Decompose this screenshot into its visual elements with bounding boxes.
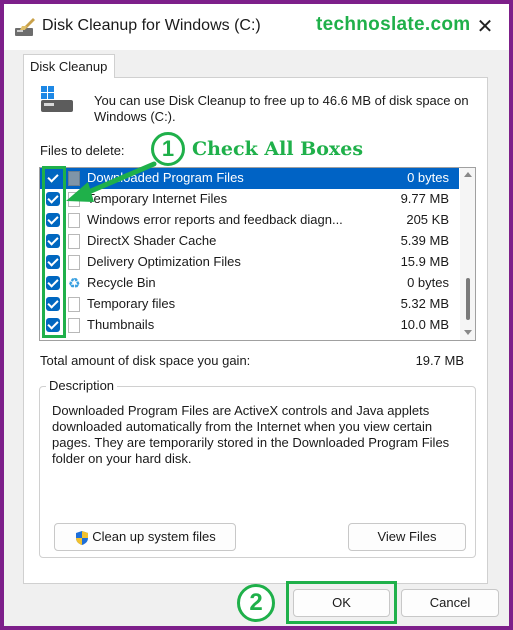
watermark-text: technoslate.com xyxy=(316,14,471,35)
folder-icon xyxy=(68,171,80,186)
file-size: 0 bytes xyxy=(407,170,449,185)
file-icon xyxy=(68,255,80,270)
file-name: Temporary Internet Files xyxy=(87,191,228,206)
close-button[interactable]: ✕ xyxy=(470,12,500,42)
total-space-label: Total amount of disk space you gain: xyxy=(40,353,251,368)
description-title: Description xyxy=(46,378,118,393)
dialog-window: Disk Cleanup for Windows (C:) technoslat… xyxy=(0,0,513,630)
file-icon xyxy=(68,213,80,228)
list-item[interactable]: DirectX Shader Cache 5.39 MB xyxy=(40,231,459,252)
step-2-badge: 2 xyxy=(237,584,275,622)
list-item[interactable]: ♻ Recycle Bin 0 bytes xyxy=(40,273,459,294)
file-size: 5.32 MB xyxy=(400,296,449,311)
file-name: Delivery Optimization Files xyxy=(87,254,241,269)
files-list[interactable]: Downloaded Program Files 0 bytes Tempora… xyxy=(39,167,476,341)
file-icon xyxy=(68,297,80,312)
checkbox-highlight-box xyxy=(42,166,66,338)
clean-up-system-files-button[interactable]: Clean up system files xyxy=(54,523,236,551)
cancel-button[interactable]: Cancel xyxy=(401,589,499,617)
step-1-badge: 1 xyxy=(151,132,185,166)
list-item[interactable]: Windows error reports and feedback diagn… xyxy=(40,210,459,231)
recycle-bin-icon: ♻ xyxy=(68,275,81,291)
file-size: 0 bytes xyxy=(407,275,449,290)
file-name: Recycle Bin xyxy=(87,275,156,290)
intro-text: You can use Disk Cleanup to free up to 4… xyxy=(94,93,469,124)
list-item[interactable]: Temporary Internet Files 9.77 MB xyxy=(40,189,459,210)
file-size: 15.9 MB xyxy=(400,254,449,269)
file-size: 5.39 MB xyxy=(400,233,449,248)
uac-shield-icon xyxy=(76,530,89,545)
file-size: 9.77 MB xyxy=(400,191,449,206)
file-size: 205 KB xyxy=(406,212,449,227)
scrollbar-thumb[interactable] xyxy=(466,278,470,320)
view-files-button[interactable]: View Files xyxy=(348,523,466,551)
annotation-check-all-boxes: Check All Boxes xyxy=(192,138,364,160)
list-item[interactable]: Temporary files 5.32 MB xyxy=(40,294,459,315)
clean-up-label: Clean up system files xyxy=(92,529,216,544)
disk-cleanup-icon xyxy=(15,18,35,36)
title-bar: Disk Cleanup for Windows (C:) technoslat… xyxy=(4,4,509,50)
tab-disk-cleanup[interactable]: Disk Cleanup xyxy=(23,54,115,78)
file-icon xyxy=(68,234,80,249)
description-text: Downloaded Program Files are ActiveX con… xyxy=(52,403,450,466)
file-name: DirectX Shader Cache xyxy=(87,233,217,248)
files-to-delete-label: Files to delete: xyxy=(40,143,125,158)
ok-highlight-box xyxy=(286,581,397,624)
close-icon: ✕ xyxy=(476,16,494,38)
file-name: Temporary files xyxy=(87,296,176,311)
drive-icon xyxy=(41,86,73,112)
list-item[interactable]: Downloaded Program Files 0 bytes xyxy=(40,168,459,189)
file-icon xyxy=(68,318,80,333)
scroll-up-icon[interactable] xyxy=(464,172,472,177)
window-title: Disk Cleanup for Windows (C:) xyxy=(42,17,261,34)
lock-file-icon xyxy=(68,192,80,207)
scroll-down-icon[interactable] xyxy=(464,330,472,335)
list-item[interactable]: Thumbnails 10.0 MB xyxy=(40,315,459,336)
list-item[interactable]: Delivery Optimization Files 15.9 MB xyxy=(40,252,459,273)
file-name: Windows error reports and feedback diagn… xyxy=(87,212,343,227)
file-name: Thumbnails xyxy=(87,317,155,332)
file-size: 10.0 MB xyxy=(400,317,449,332)
total-space-value: 19.7 MB xyxy=(415,353,464,368)
file-name: Downloaded Program Files xyxy=(87,170,244,185)
